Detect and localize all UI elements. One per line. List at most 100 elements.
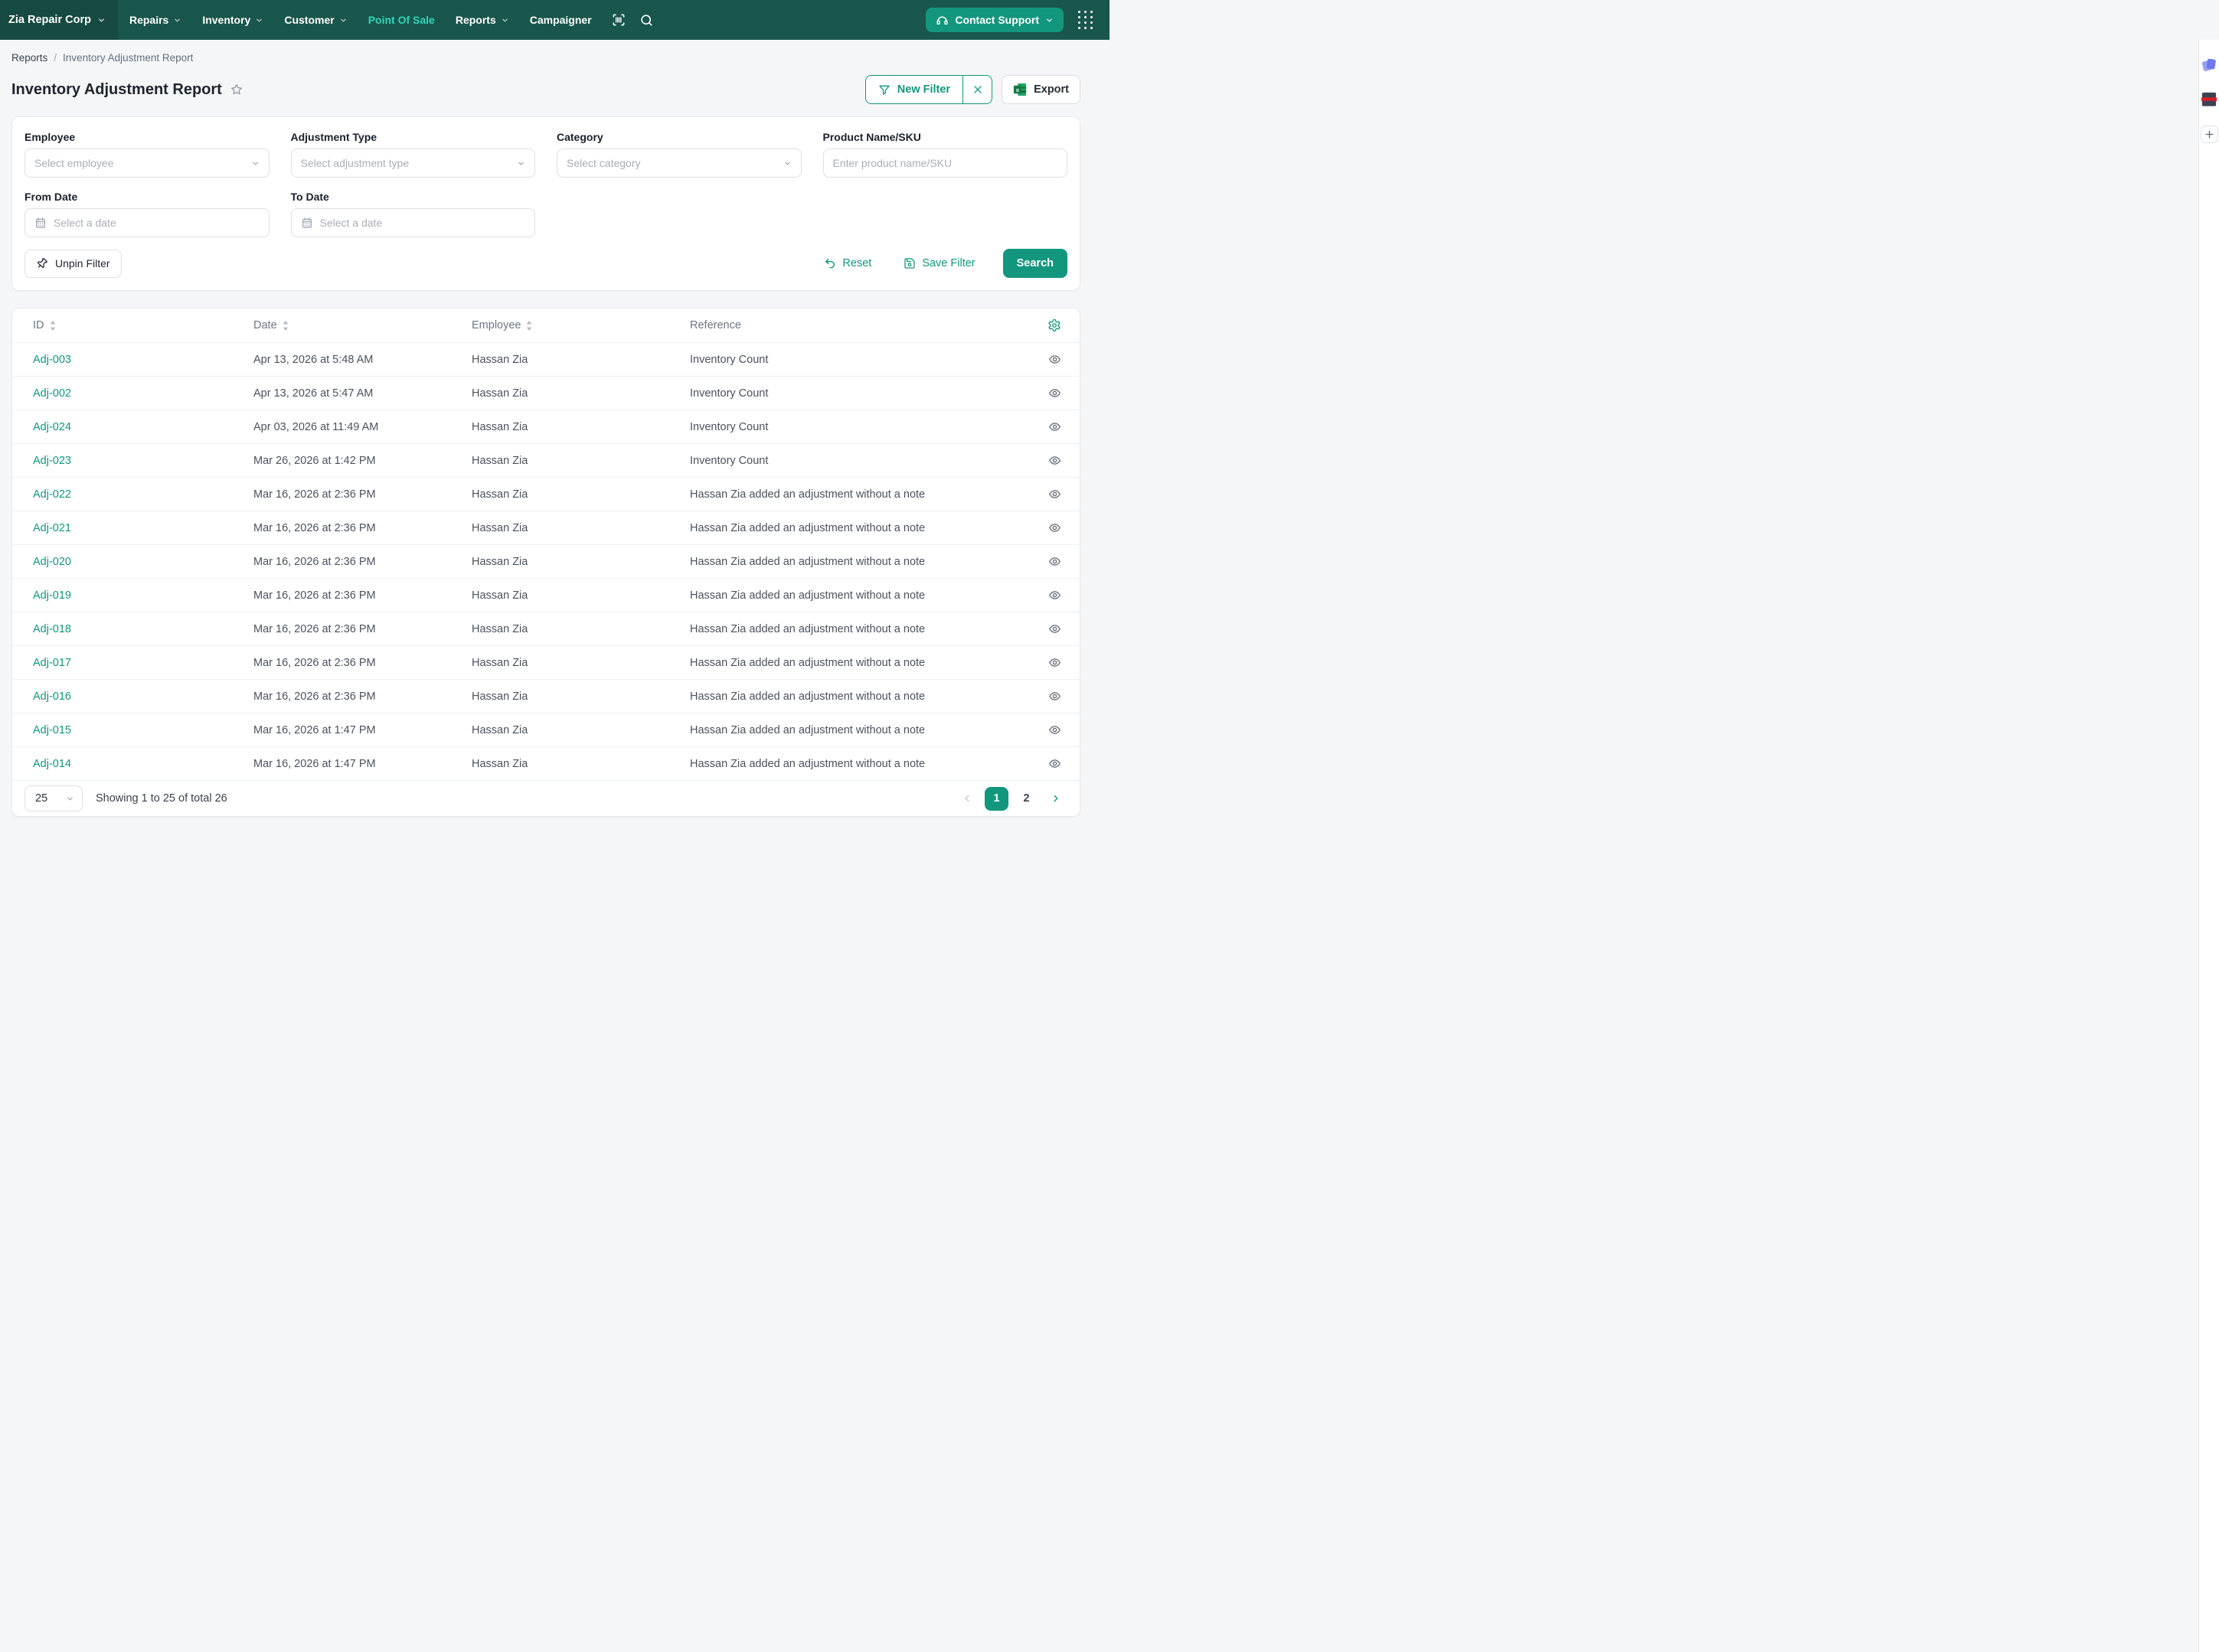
- table-row: Adj-021Mar 16, 2026 at 2:36 PMHassan Zia…: [12, 511, 1080, 544]
- nav-item-inventory[interactable]: Inventory: [202, 14, 263, 26]
- star-icon[interactable]: [230, 83, 243, 96]
- plus-icon[interactable]: [2201, 126, 2218, 143]
- nav-item-label: Repairs: [129, 14, 168, 26]
- eye-icon[interactable]: [1048, 690, 1061, 703]
- date-picker-to-date[interactable]: Select a date: [291, 208, 536, 237]
- chevron-left-icon[interactable]: [962, 793, 972, 804]
- contact-support-button[interactable]: Contact Support: [926, 8, 1064, 32]
- chevron-down-icon: [66, 795, 74, 803]
- cell-date: Mar 16, 2026 at 2:36 PM: [253, 691, 472, 703]
- adjustment-id-link[interactable]: Adj-023: [33, 455, 71, 467]
- apps-grid-icon[interactable]: [1078, 11, 1093, 29]
- search-icon[interactable]: [639, 13, 654, 28]
- adjustment-id-link[interactable]: Adj-016: [33, 691, 71, 703]
- svg-text:x: x: [1016, 87, 1020, 93]
- nav-item-label: Inventory: [202, 14, 250, 26]
- adjustment-id-link[interactable]: Adj-020: [33, 556, 71, 568]
- table-row: Adj-023Mar 26, 2026 at 1:42 PMHassan Zia…: [12, 443, 1080, 477]
- chevron-right-icon[interactable]: [1051, 793, 1061, 804]
- cell-reference: Hassan Zia added an adjustment without a…: [690, 488, 1028, 501]
- adjustment-id-link[interactable]: Adj-024: [33, 421, 71, 433]
- adjustment-id-link[interactable]: Adj-017: [33, 657, 71, 669]
- page-title-text: Inventory Adjustment Report: [11, 81, 222, 99]
- cell-employee: Hassan Zia: [472, 354, 690, 366]
- reset-button[interactable]: Reset: [819, 256, 876, 270]
- nav-item-campaigner[interactable]: Campaigner: [530, 14, 592, 26]
- view-row-cell: [1028, 387, 1061, 400]
- table-row: Adj-019Mar 16, 2026 at 2:36 PMHassan Zia…: [12, 578, 1080, 612]
- field-label: To Date: [291, 191, 536, 203]
- nav-item-reports[interactable]: Reports: [456, 14, 509, 26]
- barcode-scan-icon[interactable]: [611, 12, 626, 28]
- nav-item-point-of-sale[interactable]: Point Of Sale: [368, 14, 435, 26]
- page-button-2[interactable]: 2: [1015, 787, 1038, 811]
- select-category[interactable]: Select category: [557, 149, 802, 178]
- page-title: Inventory Adjustment Report: [11, 81, 243, 99]
- view-row-cell: [1028, 690, 1061, 703]
- eye-icon[interactable]: [1048, 353, 1061, 366]
- filter-field-to-date: To Date Select a date: [291, 191, 536, 237]
- cell-reference: Inventory Count: [690, 421, 1028, 433]
- view-row-cell: [1028, 454, 1061, 467]
- eye-icon[interactable]: [1048, 589, 1061, 602]
- select-adjustment-type[interactable]: Select adjustment type: [291, 149, 536, 178]
- eye-icon[interactable]: [1048, 488, 1061, 501]
- eye-icon[interactable]: [1048, 521, 1061, 534]
- view-row-cell: [1028, 656, 1061, 669]
- search-button[interactable]: Search: [1003, 249, 1067, 278]
- unpin-filter-button[interactable]: Unpin Filter: [25, 250, 122, 278]
- adjustment-id-link[interactable]: Adj-003: [33, 354, 71, 366]
- red-stack-extension-icon[interactable]: [2201, 92, 2217, 107]
- new-filter-button[interactable]: New Filter: [866, 76, 962, 103]
- cell-reference: Inventory Count: [690, 387, 1028, 400]
- adjustment-id-link[interactable]: Adj-015: [33, 724, 71, 736]
- cell-reference: Inventory Count: [690, 354, 1028, 366]
- cell-employee: Hassan Zia: [472, 556, 690, 568]
- reset-label: Reset: [842, 257, 871, 269]
- eye-icon[interactable]: [1048, 757, 1061, 770]
- filter-field-employee: EmployeeSelect employee: [25, 131, 270, 178]
- eye-icon[interactable]: [1048, 420, 1061, 433]
- page-button-1[interactable]: 1: [985, 787, 1008, 811]
- column-header-employee[interactable]: Employee: [472, 319, 690, 331]
- eye-icon[interactable]: [1048, 723, 1061, 736]
- column-header-date[interactable]: Date: [253, 319, 472, 331]
- adjustment-id-link[interactable]: Adj-014: [33, 758, 71, 770]
- table-header: ID Date Employee Reference: [12, 309, 1080, 342]
- nav-item-repairs[interactable]: Repairs: [129, 14, 181, 26]
- field-label: From Date: [25, 191, 270, 203]
- table-body: Adj-003Apr 13, 2026 at 5:48 AMHassan Zia…: [12, 342, 1080, 780]
- date-picker-from-date[interactable]: Select a date: [25, 208, 270, 237]
- eye-icon[interactable]: [1048, 656, 1061, 669]
- adjustment-id-link[interactable]: Adj-018: [33, 623, 71, 635]
- eye-icon[interactable]: [1048, 555, 1061, 568]
- eye-icon[interactable]: [1048, 622, 1061, 635]
- eye-icon[interactable]: [1048, 387, 1061, 400]
- excel-icon: x: [1013, 83, 1027, 96]
- adjustment-id-link[interactable]: Adj-019: [33, 589, 71, 602]
- nav-item-customer[interactable]: Customer: [284, 14, 347, 26]
- clear-filter-button[interactable]: [962, 76, 992, 103]
- text-input-product-name-sku[interactable]: Enter product name/SKU: [823, 149, 1068, 178]
- breadcrumb-reports-link[interactable]: Reports: [11, 52, 47, 64]
- save-filter-label: Save Filter: [922, 257, 975, 269]
- nav-item-label: Campaigner: [530, 14, 592, 26]
- eye-icon[interactable]: [1048, 454, 1061, 467]
- view-row-cell: [1028, 589, 1061, 602]
- save-filter-button[interactable]: Save Filter: [899, 256, 979, 270]
- brand-menu[interactable]: Zia Repair Corp: [0, 0, 118, 40]
- cell-employee: Hassan Zia: [472, 724, 690, 736]
- select-employee[interactable]: Select employee: [25, 149, 270, 178]
- cell-employee: Hassan Zia: [472, 589, 690, 602]
- adjustment-id-link[interactable]: Adj-021: [33, 522, 71, 534]
- purple-cards-extension-icon[interactable]: [2201, 57, 2217, 73]
- column-header-id[interactable]: ID: [33, 319, 253, 331]
- export-button[interactable]: x Export: [1002, 75, 1080, 104]
- adjustment-id-link[interactable]: Adj-022: [33, 488, 71, 501]
- page-size-select[interactable]: 25: [25, 785, 83, 811]
- pagination-summary: Showing 1 to 25 of total 26: [96, 792, 227, 805]
- chevron-down-icon: [173, 16, 181, 24]
- adjustment-id-link[interactable]: Adj-002: [33, 387, 71, 400]
- cell-employee: Hassan Zia: [472, 488, 690, 501]
- gear-icon[interactable]: [1047, 318, 1061, 332]
